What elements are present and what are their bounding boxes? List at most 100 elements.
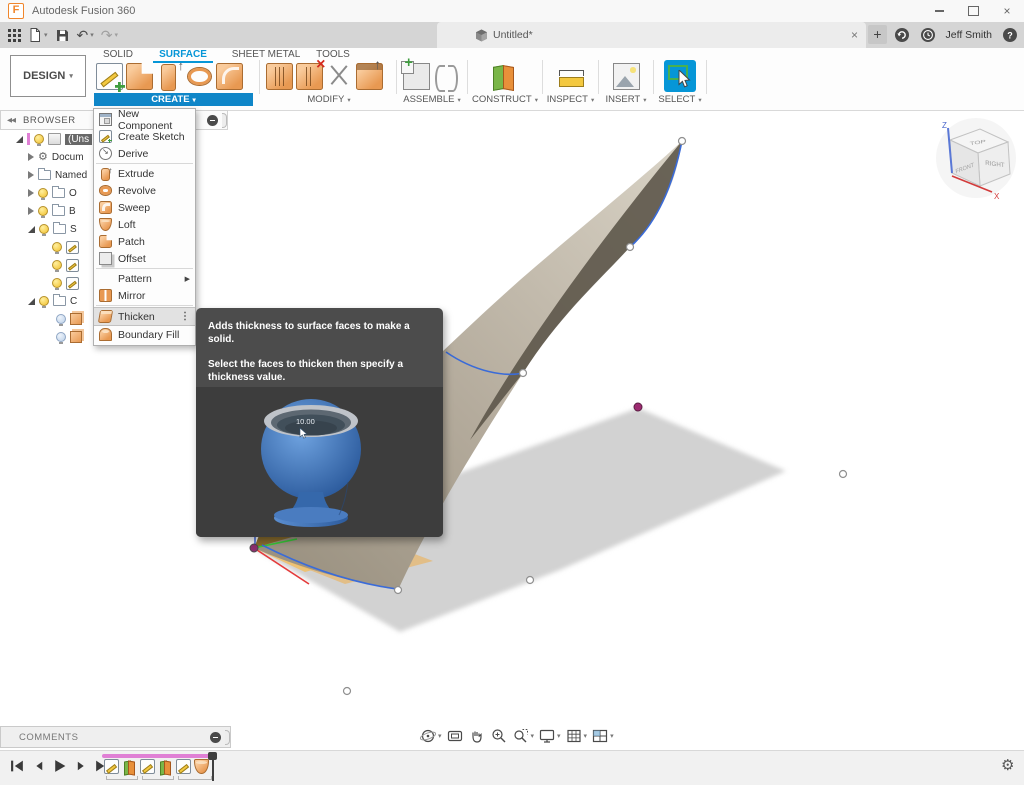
tree-item-surface-body[interactable] — [56, 310, 82, 328]
timeline-sketch-feature[interactable] — [176, 759, 191, 774]
notifications-clock-icon[interactable] — [920, 27, 936, 43]
comments-panel-header[interactable]: COMMENTS — [0, 726, 231, 748]
menu-item-create-sketch[interactable]: Create Sketch — [94, 128, 195, 145]
visibility-bulb-icon[interactable] — [52, 242, 62, 252]
workspace-selector[interactable]: DESIGN ▾ — [10, 55, 86, 97]
zoom-button[interactable] — [489, 726, 509, 746]
menu-item-offset[interactable]: Offset — [94, 250, 195, 267]
menu-item-thicken[interactable]: Thicken ⋮ — [94, 307, 195, 326]
document-tab[interactable]: Untitled* × — [437, 22, 866, 48]
step-forward-button[interactable] — [73, 759, 88, 773]
tree-item-surface-body[interactable] — [56, 328, 82, 346]
minimize-button[interactable] — [922, 0, 956, 22]
visibility-bulb-off-icon[interactable] — [56, 314, 66, 324]
timeline-sketch-feature[interactable] — [104, 759, 119, 774]
close-button[interactable]: × — [990, 0, 1024, 22]
collapse-icon[interactable] — [28, 189, 34, 197]
visibility-bulb-icon[interactable] — [38, 206, 48, 216]
visibility-bulb-icon[interactable] — [39, 296, 49, 306]
new-tab-button[interactable]: + — [868, 25, 887, 44]
joint-icon[interactable] — [433, 63, 460, 90]
assemble-group-dropdown[interactable]: ASSEMBLE ▾ — [397, 93, 467, 106]
menu-item-patch[interactable]: Patch — [94, 233, 195, 250]
pan-button[interactable] — [467, 726, 487, 746]
menu-item-pattern[interactable]: Pattern ▶ — [94, 270, 195, 287]
visibility-bulb-off-icon[interactable] — [56, 332, 66, 342]
menu-item-new-component[interactable]: New Component — [94, 111, 195, 128]
insert-group-dropdown[interactable]: INSERT ▾ — [599, 93, 653, 106]
timeline-plane-feature[interactable] — [158, 759, 173, 774]
tree-item-sketch[interactable] — [52, 256, 79, 274]
browser-panel-handle[interactable] — [222, 113, 227, 128]
trim-icon[interactable] — [326, 63, 353, 90]
step-back-button[interactable] — [31, 759, 46, 773]
sweep-icon[interactable] — [216, 63, 243, 90]
menu-item-derive[interactable]: Derive — [94, 145, 195, 162]
fit-button[interactable]: ▾ — [511, 726, 536, 746]
app-launcher-button[interactable] — [8, 29, 21, 42]
collapse-icon[interactable] — [28, 207, 34, 215]
undo-button[interactable]: ↶ ▾ — [77, 28, 94, 42]
measure-icon[interactable] — [558, 63, 585, 90]
tree-item-document-settings[interactable]: ⚙ Docum — [28, 148, 84, 166]
collapse-icon[interactable] — [28, 153, 34, 161]
visibility-bulb-icon[interactable] — [38, 188, 48, 198]
visibility-bulb-icon[interactable] — [52, 278, 62, 288]
expand-icon[interactable] — [28, 226, 35, 233]
job-status-icon[interactable] — [894, 27, 910, 43]
delete-face-icon[interactable] — [296, 63, 323, 90]
extrude-icon[interactable] — [156, 63, 183, 90]
browser-options-icon[interactable] — [207, 115, 218, 126]
sketch-point-selected[interactable] — [634, 403, 642, 411]
viewports-button[interactable]: ▾ — [590, 726, 615, 746]
inspect-group-dropdown[interactable]: INSPECT ▾ — [543, 93, 598, 106]
comments-options-icon[interactable] — [210, 732, 221, 743]
tree-item-bodies[interactable]: B — [28, 202, 76, 220]
timeline-sketch-feature[interactable] — [140, 759, 155, 774]
modify-group-dropdown[interactable]: MODIFY ▾ — [262, 93, 396, 106]
visibility-bulb-icon[interactable] — [52, 260, 62, 270]
construct-group-dropdown[interactable]: CONSTRUCT ▾ — [468, 93, 542, 106]
go-to-start-button[interactable] — [10, 759, 25, 773]
tab-solid[interactable]: SOLID — [96, 49, 140, 62]
timeline-marker-handle[interactable] — [208, 752, 217, 760]
tree-item-origin[interactable]: O — [28, 184, 77, 202]
maximize-button[interactable] — [956, 0, 990, 22]
tab-sheet-metal[interactable]: SHEET METAL — [228, 49, 304, 62]
menu-item-extrude[interactable]: Extrude — [94, 165, 195, 182]
visibility-bulb-icon[interactable] — [39, 224, 49, 234]
tab-close-button[interactable]: × — [851, 28, 858, 42]
tree-item-named-views[interactable]: Named — [28, 166, 87, 184]
more-options-icon[interactable]: ⋮ — [180, 311, 190, 322]
user-name[interactable]: Jeff Smith — [946, 29, 993, 41]
display-settings-button[interactable]: ▾ — [537, 726, 562, 746]
timeline-patch-feature[interactable] — [194, 759, 209, 774]
menu-item-mirror[interactable]: Mirror — [94, 287, 195, 304]
redo-button[interactable]: ↷ ▾ — [101, 28, 118, 42]
press-pull-icon[interactable] — [266, 63, 293, 90]
menu-item-boundary-fill[interactable]: Boundary Fill — [94, 326, 195, 343]
visibility-bulb-icon[interactable] — [34, 134, 44, 144]
expand-icon[interactable] — [28, 298, 35, 305]
collapse-icon[interactable] — [28, 171, 34, 179]
play-button[interactable] — [52, 759, 67, 773]
look-at-button[interactable] — [445, 726, 465, 746]
timeline-plane-feature[interactable] — [122, 759, 137, 774]
create-sketch-icon[interactable] — [96, 63, 123, 90]
help-icon[interactable]: ? — [1002, 27, 1018, 43]
tree-item-construction[interactable]: C — [28, 292, 77, 310]
expand-icon[interactable] — [16, 136, 23, 143]
menu-item-revolve[interactable]: Revolve — [94, 182, 195, 199]
select-group-dropdown[interactable]: SELECT ▾ — [654, 93, 706, 106]
tree-item-sketch[interactable] — [52, 274, 79, 292]
extend-icon[interactable] — [356, 63, 383, 90]
save-button[interactable] — [55, 28, 70, 43]
browser-collapse-icon[interactable]: ◀◀ — [7, 116, 15, 124]
construction-plane-icon[interactable] — [490, 63, 517, 90]
patch-icon[interactable] — [126, 63, 153, 90]
comments-panel-handle[interactable] — [225, 730, 230, 745]
grid-display-button[interactable]: ▾ — [564, 726, 589, 746]
revolve-icon[interactable] — [186, 63, 213, 90]
tree-item-sketches[interactable]: S — [28, 220, 77, 238]
menu-item-sweep[interactable]: Sweep — [94, 199, 195, 216]
